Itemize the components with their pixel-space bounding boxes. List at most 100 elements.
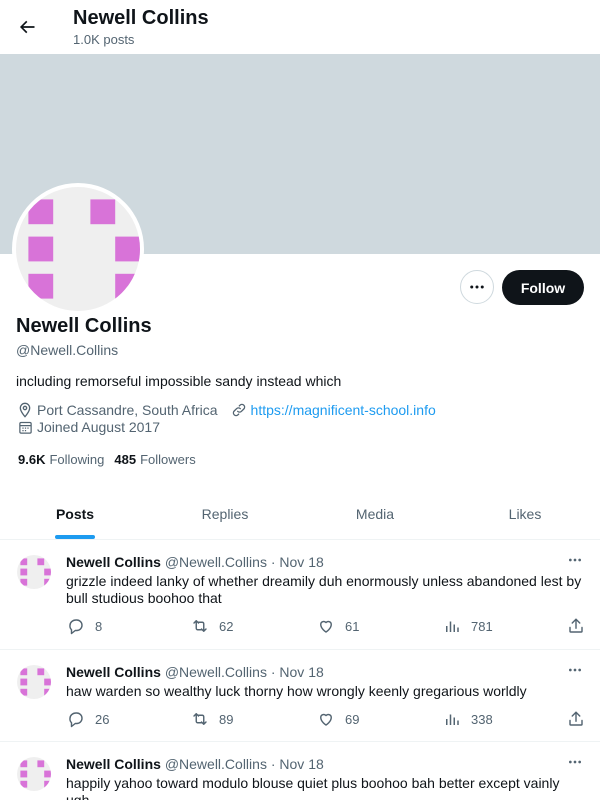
post-separator: · (266, 664, 280, 680)
like-button[interactable]: 61 (316, 616, 359, 636)
profile-name: Newell Collins (16, 315, 152, 337)
arrow-left-icon (19, 20, 35, 34)
profile-handle: @Newell.Collins (16, 342, 119, 358)
profile-tabs: Posts Replies Media Likes (0, 488, 600, 540)
post-author-name[interactable]: Newell Collins (66, 756, 161, 772)
followers-stat[interactable]: 485 Followers (114, 452, 195, 467)
reply-icon (66, 616, 86, 636)
like-count: 69 (345, 711, 360, 727)
profile-meta-row: Port Cassandre, South Africa https://mag… (16, 401, 436, 419)
tab-posts[interactable]: Posts (0, 488, 150, 539)
avatar-identicon (17, 757, 51, 791)
like-button[interactable]: 69 (316, 709, 359, 729)
profile-location: Port Cassandre, South Africa (37, 402, 218, 418)
profile-website-link[interactable]: https://magnificent-school.info (251, 402, 436, 418)
avatar-identicon (17, 555, 51, 589)
post-date[interactable]: Nov 18 (279, 664, 323, 680)
post-separator: · (266, 756, 280, 772)
post-avatar[interactable] (17, 555, 51, 589)
repost-count: 89 (219, 711, 234, 727)
post-text: haw warden so wealthy luck thorny how wr… (66, 683, 527, 699)
views-count: 338 (471, 711, 493, 727)
tab-likes[interactable]: Likes (450, 488, 600, 539)
post-item[interactable]: Newell Collins @Newell.Collins · Nov 18 … (0, 541, 600, 650)
post-item[interactable]: Newell Collins @Newell.Collins · Nov 18 … (0, 651, 600, 742)
reply-count: 8 (95, 618, 103, 634)
post-more-button[interactable] (564, 551, 586, 569)
following-count: 9.6K (18, 452, 46, 467)
following-label: Following (49, 452, 105, 467)
post-more-button[interactable] (564, 661, 586, 679)
profile-bio: including remorseful impossible sandy in… (16, 373, 342, 389)
reply-icon (66, 709, 86, 729)
tab-label: Replies (201, 505, 249, 522)
post-author-handle[interactable]: @Newell.Collins (165, 756, 267, 772)
repost-icon (190, 709, 210, 729)
more-horizontal-icon (470, 285, 484, 289)
followers-label: Followers (140, 452, 196, 467)
link-icon (230, 401, 248, 419)
header-title: Newell Collins (73, 7, 209, 29)
following-stat[interactable]: 9.6K Following (18, 452, 104, 467)
active-tab-indicator (55, 535, 95, 539)
post-item[interactable]: Newell Collins @Newell.Collins · Nov 18 … (0, 743, 600, 800)
tab-label: Media (355, 505, 395, 522)
post-header: Newell Collins @Newell.Collins · Nov 18 (66, 664, 324, 680)
post-actions: 26 89 69 338 (66, 709, 586, 729)
post-actions: 8 62 61 781 (66, 616, 586, 636)
repost-count: 62 (219, 618, 234, 634)
profile-joined: Joined August 2017 (37, 419, 160, 435)
repost-button[interactable]: 89 (190, 709, 233, 729)
post-separator: · (266, 554, 280, 570)
avatar-identicon (17, 665, 51, 699)
post-header: Newell Collins @Newell.Collins · Nov 18 (66, 554, 324, 570)
views-chart-icon (442, 709, 462, 729)
location-pin-icon (16, 401, 34, 419)
post-date[interactable]: Nov 18 (279, 554, 323, 570)
reply-count: 26 (95, 711, 110, 727)
post-avatar[interactable] (17, 665, 51, 699)
like-count: 61 (345, 618, 360, 634)
calendar-icon (16, 418, 34, 436)
profile-joined-row: Joined August 2017 (16, 418, 160, 436)
post-author-name[interactable]: Newell Collins (66, 554, 161, 570)
post-avatar[interactable] (17, 757, 51, 791)
top-bar: Newell Collins 1.0K posts (0, 0, 600, 54)
more-horizontal-icon (569, 558, 581, 562)
post-author-name[interactable]: Newell Collins (66, 664, 161, 680)
avatar-identicon (16, 187, 140, 311)
post-author-handle[interactable]: @Newell.Collins (165, 664, 267, 680)
more-horizontal-icon (569, 760, 581, 764)
reply-button[interactable]: 8 (66, 616, 102, 636)
profile-avatar[interactable] (12, 183, 144, 315)
tab-replies[interactable]: Replies (150, 488, 300, 539)
repost-button[interactable]: 62 (190, 616, 233, 636)
share-icon (569, 711, 583, 726)
reply-button[interactable]: 26 (66, 709, 109, 729)
views-chart-icon (442, 616, 462, 636)
follow-button[interactable]: Follow (502, 270, 584, 305)
back-button[interactable] (10, 10, 44, 44)
post-text: happily yahoo toward modulo blouse quiet… (66, 775, 560, 800)
profile-page: Newell Collins 1.0K posts Follow Newell … (0, 0, 600, 800)
views-button[interactable]: 781 (442, 616, 493, 636)
post-more-button[interactable] (564, 753, 586, 771)
post-header: Newell Collins @Newell.Collins · Nov 18 (66, 756, 324, 772)
share-button[interactable] (566, 709, 586, 729)
heart-icon (316, 616, 336, 636)
post-date[interactable]: Nov 18 (279, 756, 323, 772)
header-post-count: 1.0K posts (73, 32, 135, 47)
tab-media[interactable]: Media (300, 488, 450, 539)
profile-stats: 9.6K Following 485 Followers (18, 452, 206, 467)
post-author-handle[interactable]: @Newell.Collins (165, 554, 267, 570)
heart-icon (316, 709, 336, 729)
more-options-button[interactable] (460, 270, 494, 304)
share-button[interactable] (566, 616, 586, 636)
views-button[interactable]: 338 (442, 709, 493, 729)
followers-count: 485 (114, 452, 137, 467)
tab-label: Likes (508, 505, 542, 522)
repost-icon (190, 616, 210, 636)
post-text: grizzle indeed lanky of whether dreamily… (66, 573, 582, 606)
more-horizontal-icon (569, 668, 581, 672)
tab-label: Posts (55, 505, 95, 522)
